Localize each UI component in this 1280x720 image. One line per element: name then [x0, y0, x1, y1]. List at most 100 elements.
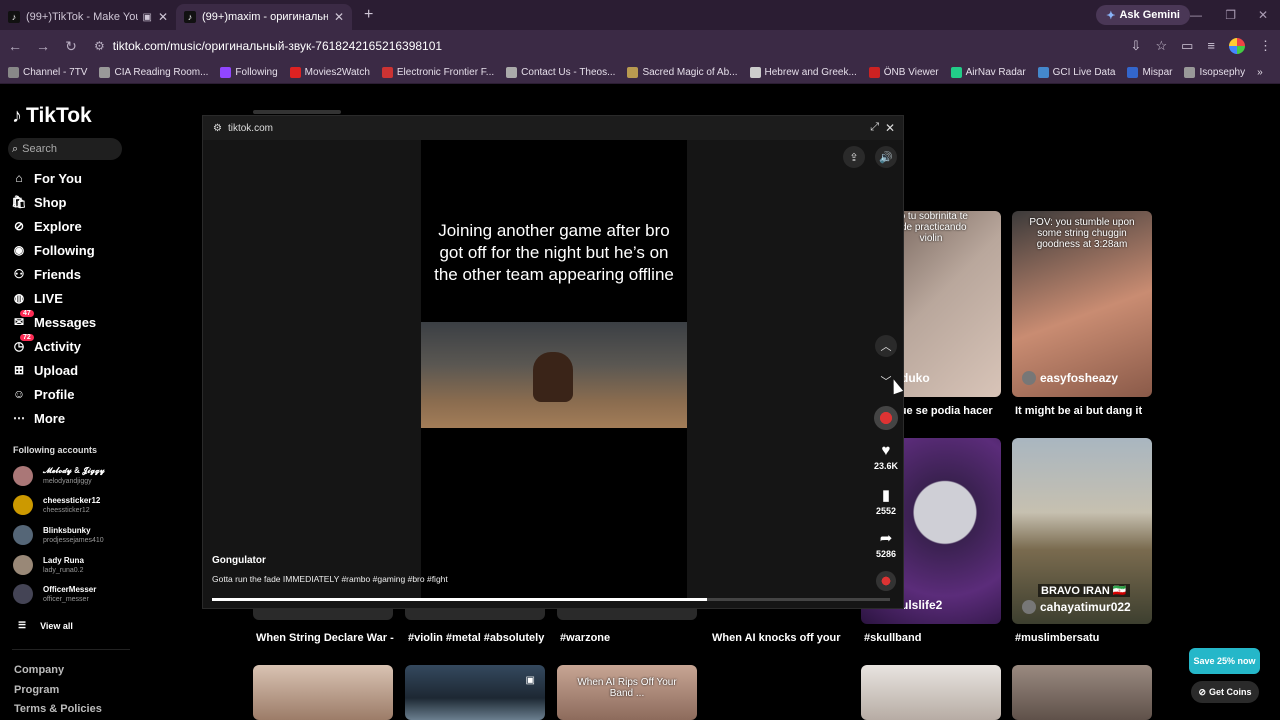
like-button[interactable]: ♥ 23.6K	[873, 442, 899, 471]
sidebar-item-for-you[interactable]: ⌂ For You	[12, 166, 96, 190]
bookmark-item[interactable]: GCI Live Data	[1037, 67, 1115, 78]
save-button[interactable]: ▮ 2552	[873, 486, 899, 516]
avatar	[1022, 600, 1036, 614]
back-icon[interactable]: ←	[2, 38, 28, 54]
video-thumbnail[interactable]: BRAVO IRAN 🇮🇷 cahayatimur022	[1012, 438, 1152, 624]
video-author[interactable]: Gongulator	[212, 555, 266, 566]
install-app-icon[interactable]: ⇩	[1131, 38, 1142, 54]
video-caption[interactable]: It might be ai but dang it	[1015, 405, 1142, 417]
bookmark-item[interactable]: Sacred Magic of Ab...	[627, 67, 738, 78]
bookmark-item[interactable]: Isopsephy	[1184, 67, 1245, 78]
bookmark-item[interactable]: Contact Us - Theos...	[506, 67, 615, 78]
creator-avatar[interactable]	[873, 406, 899, 430]
video-caption[interactable]: #warzone	[560, 632, 610, 644]
following-account-item[interactable]: 𝓜𝓮𝓵𝓸𝓭𝔂 & 𝓙𝓲𝓰𝓰𝔂 melodyandjiggy	[13, 461, 105, 491]
browser-tab-1[interactable]: ♪ (99+)TikTok - Make Your Da ▣ ✕	[0, 4, 176, 30]
sidebar-item-shop[interactable]: 🛍 Shop	[11, 190, 96, 214]
popup-close-icon[interactable]: ✕	[885, 121, 895, 135]
view-all-button[interactable]: ☰ View all	[18, 620, 73, 631]
media-control-icon[interactable]: ≡	[1207, 38, 1215, 54]
tiktok-logo[interactable]: ♪ TikTok	[12, 104, 92, 128]
get-coins-button[interactable]: ⊘ Get Coins	[1191, 681, 1259, 703]
site-info-icon[interactable]: ⚙	[94, 39, 105, 53]
video-caption[interactable]: When String Declare War -	[256, 632, 394, 644]
bookmarks-overflow-icon[interactable]: »	[1257, 67, 1263, 78]
avatar	[874, 406, 898, 430]
video-caption[interactable]: que se podia hacer	[893, 405, 993, 417]
compass-icon: ⊘	[13, 219, 25, 233]
reload-icon[interactable]: ↻	[58, 38, 84, 55]
following-icon: ◉	[13, 243, 25, 257]
sidebar-item-label: Profile	[34, 386, 75, 402]
bookmark-star-icon[interactable]: ☆	[1155, 38, 1167, 54]
following-account-item[interactable]: cheessticker12 cheessticker12	[13, 491, 105, 521]
video-caption[interactable]: When AI knocks off your	[712, 632, 841, 644]
sidebar-item-activity[interactable]: ◷ 72 Activity	[12, 334, 96, 358]
previous-video-button[interactable]: ︿	[875, 335, 897, 357]
bookmark-item[interactable]: CIA Reading Room...	[99, 67, 208, 78]
minimize-icon[interactable]: —	[1190, 8, 1202, 22]
video-progress-bar[interactable]	[212, 598, 890, 601]
pin-icon[interactable]: ⇪	[843, 146, 865, 168]
video-caption[interactable]: #violin #metal #absolutely	[408, 632, 544, 644]
video-thumbnail[interactable]	[861, 665, 1001, 720]
following-account-item[interactable]: OfficerMesser officer_messer	[13, 579, 105, 609]
video-thumbnail[interactable]: When AI Rips Off Your Band ...	[557, 665, 697, 720]
save-promo-button[interactable]: Save 25% now	[1189, 648, 1260, 674]
bookmark-item[interactable]: Mispar	[1127, 67, 1172, 78]
account-handle: cheessticker12	[43, 507, 90, 515]
following-account-item[interactable]: Blinksbunky prodjessejames410	[13, 520, 105, 550]
footer-company[interactable]: Company	[14, 661, 102, 681]
music-disc[interactable]	[873, 571, 899, 591]
following-account-item[interactable]: Lady Runa lady_runa0.2	[13, 550, 105, 580]
expand-icon[interactable]: ⤢	[870, 121, 879, 134]
url-field[interactable]: ⚙ tiktok.com/music/оригинальный-звук-761…	[94, 34, 1094, 58]
side-panel-icon[interactable]: ▭	[1181, 38, 1193, 54]
account-handle: officer_messer	[43, 596, 89, 604]
live-icon: ◍	[13, 291, 25, 305]
video-thumbnail[interactable]: ▣	[405, 665, 545, 720]
restore-icon[interactable]: ❐	[1225, 8, 1236, 22]
upload-icon: ⊞	[13, 363, 25, 377]
sidebar-item-explore[interactable]: ⊘ Explore	[12, 214, 96, 238]
video-thumbnail[interactable]: POV: you stumble upon some string chuggi…	[1012, 211, 1152, 397]
site-settings-icon[interactable]: ⚙	[213, 123, 222, 134]
browser-tab-2[interactable]: ♪ (99+)maxim - оригинальный з ✕	[176, 4, 352, 30]
close-tab-icon[interactable]: ✕	[158, 10, 168, 24]
toolbar-icons: ⇩ ☆ ▭ ≡ ⋮	[1131, 38, 1272, 54]
sidebar-item-following[interactable]: ◉ Following	[12, 238, 96, 262]
share-button[interactable]: ➦ 5286	[873, 529, 899, 559]
search-input[interactable]: ⌕ Search	[8, 138, 122, 160]
forward-icon[interactable]: →	[30, 38, 56, 54]
video-caption[interactable]: #muslimbersatu	[1015, 632, 1099, 644]
video-thumbnail[interactable]	[1012, 665, 1152, 720]
sidebar-item-live[interactable]: ◍ LIVE	[12, 286, 96, 310]
window-close-icon[interactable]: ✕	[1258, 8, 1268, 22]
footer-program[interactable]: Program	[14, 681, 102, 701]
bookmark-item[interactable]: Channel - 7TV	[8, 67, 87, 78]
sidebar-item-messages[interactable]: ✉ 47 Messages	[12, 310, 96, 334]
bookmark-item[interactable]: Hebrew and Greek...	[749, 67, 857, 78]
video-player[interactable]: Joining another game after bro got off f…	[421, 140, 687, 598]
sidebar-item-friends[interactable]: ⚇ Friends	[12, 262, 96, 286]
account-handle: melodyandjiggy	[43, 478, 92, 486]
video-thumbnail[interactable]	[253, 665, 393, 720]
bookmark-item[interactable]: Following	[220, 67, 278, 78]
sidebar-item-upload[interactable]: ⊞ Upload	[12, 358, 96, 382]
footer-terms[interactable]: Terms & Policies	[14, 700, 102, 720]
share-icon: ➦	[879, 530, 893, 547]
profile-avatar[interactable]	[1229, 38, 1245, 54]
new-tab-button[interactable]: +	[364, 6, 373, 24]
sidebar-item-more[interactable]: ⋯ More	[12, 406, 96, 430]
sidebar-item-label: Friends	[34, 266, 81, 282]
video-caption[interactable]: #skullband	[864, 632, 921, 644]
bookmark-item[interactable]: AirNav Radar	[950, 67, 1026, 78]
bookmark-item[interactable]: ÖNB Viewer	[868, 67, 939, 78]
bookmark-item[interactable]: Electronic Frontier F...	[381, 67, 494, 78]
ask-gemini-button[interactable]: ✦ Ask Gemini	[1096, 5, 1190, 25]
sidebar-item-profile[interactable]: ☺ Profile	[12, 382, 96, 406]
menu-kebab-icon[interactable]: ⋮	[1259, 38, 1272, 54]
bookmark-item[interactable]: Movies2Watch	[289, 67, 370, 78]
volume-icon[interactable]: 🔊	[875, 146, 897, 168]
close-tab-icon[interactable]: ✕	[334, 10, 344, 24]
